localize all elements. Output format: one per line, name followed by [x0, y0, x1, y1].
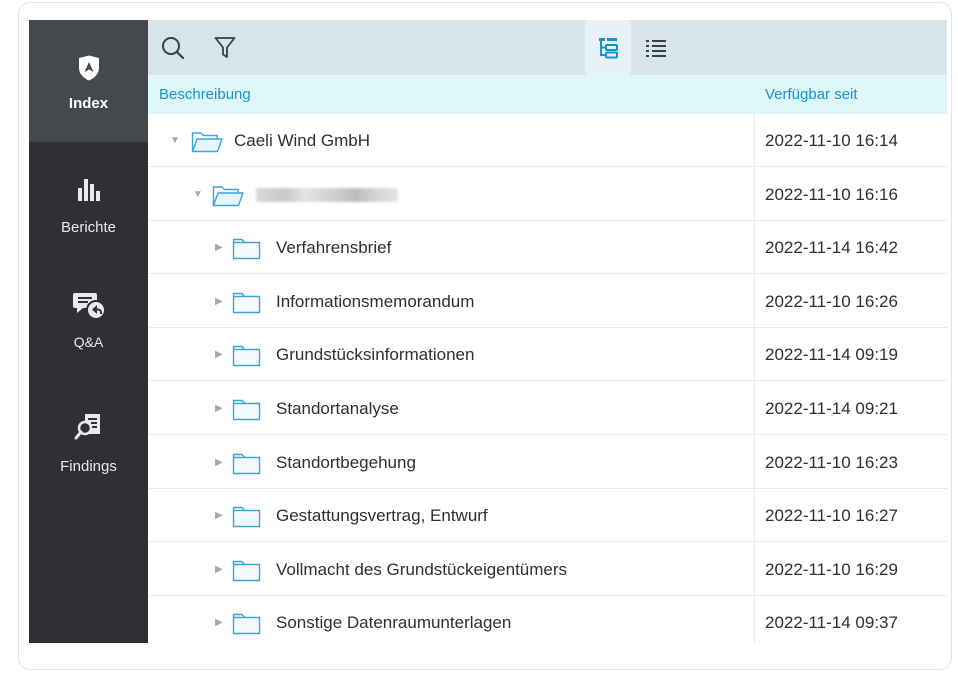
- expand-caret-down-icon[interactable]: ▼: [193, 168, 203, 221]
- table-row[interactable]: ▶ Verfahrensbrief 2022-11-14 16:42: [148, 221, 947, 275]
- column-divider: [754, 274, 755, 328]
- folder-icon: [232, 292, 261, 313]
- expand-caret-right-icon[interactable]: ▶: [215, 436, 223, 489]
- folder-open-icon: [191, 132, 223, 153]
- expand-caret-right-icon[interactable]: ▶: [215, 275, 223, 328]
- expand-caret-right-icon[interactable]: ▶: [215, 596, 223, 643]
- row-date: 2022-11-14 09:19: [765, 345, 898, 365]
- column-divider: [754, 221, 755, 275]
- table-row[interactable]: ▶ Grundstücksinformationen 2022-11-14 09:1…: [148, 328, 947, 382]
- filter-button[interactable]: [208, 20, 242, 75]
- row-name: Vollmacht des Grundstückeigentümers: [276, 559, 568, 579]
- row-date: 2022-11-10 16:14: [765, 131, 898, 150]
- column-header-verfuegbar-seit[interactable]: Verfügbar seit: [765, 75, 858, 114]
- column-divider: [754, 328, 755, 382]
- row-name: Sonstige Datenraumunterlagen: [276, 613, 512, 633]
- shield-icon: [78, 55, 99, 81]
- folder-open-icon: [212, 185, 244, 206]
- filter-icon: [214, 36, 236, 58]
- row-name: Gestattungsvertrag, Entwurf: [276, 506, 488, 526]
- sidebar-item-findings[interactable]: Findings: [29, 412, 148, 475]
- expand-caret-right-icon[interactable]: ▶: [215, 328, 223, 381]
- row-name: Standortbegehung: [276, 452, 416, 472]
- table-body: ▼ Caeli Wind GmbH 2022-11-10 16:14 ▼ 2022-11…: [148, 114, 947, 643]
- list-view-icon: [646, 39, 666, 57]
- table-row[interactable]: ▶ Informationsmemorandum 2022-11-10 16:26: [148, 274, 947, 328]
- tree-view-icon: [599, 37, 618, 58]
- folder-icon: [232, 506, 261, 528]
- column-divider: [754, 489, 755, 543]
- search-icon: [162, 36, 185, 59]
- chat-reply-icon: [72, 293, 106, 320]
- expand-caret-right-icon[interactable]: ▶: [215, 543, 223, 596]
- folder-icon: [232, 346, 261, 367]
- row-date: 2022-11-14 09:21: [765, 399, 898, 418]
- expand-caret-right-icon[interactable]: ▶: [215, 382, 223, 435]
- sidebar-item-label: Q&A: [73, 334, 104, 350]
- column-divider: [754, 596, 755, 643]
- search-button[interactable]: [156, 20, 190, 75]
- table-row[interactable]: ▶ Sonstige Datenraumunterlagen 2022-11-14 …: [148, 596, 947, 643]
- sidebar-item-qa[interactable]: Q&A: [29, 290, 148, 350]
- table-header: Beschreibung Verfügbar seit: [148, 75, 947, 114]
- sidebar-item-berichte[interactable]: Berichte: [29, 176, 148, 236]
- folder-icon: [232, 238, 261, 260]
- document-search-icon: [74, 414, 100, 440]
- row-date: 2022-11-10 16:29: [765, 559, 898, 579]
- tree-view-button[interactable]: [592, 20, 624, 75]
- row-name: Caeli Wind GmbH: [234, 131, 371, 150]
- row-name: Grundstücksinformationen: [276, 345, 475, 365]
- expand-caret-right-icon[interactable]: ▶: [215, 489, 223, 542]
- folder-icon: [232, 614, 261, 635]
- row-date: 2022-11-10 16:23: [765, 452, 898, 472]
- column-divider: [754, 382, 755, 435]
- expand-caret-down-icon[interactable]: ▼: [170, 114, 180, 167]
- sidebar-item-label: Berichte: [60, 219, 117, 236]
- row-date: 2022-11-10 16:16: [765, 184, 898, 204]
- expand-caret-right-icon[interactable]: ▶: [215, 221, 223, 274]
- sidebar: Index Berichte Q&A Findings: [29, 20, 148, 643]
- table-row[interactable]: ▼ 2022-11-10 16:16: [148, 167, 947, 221]
- sidebar-item-label: Index: [68, 95, 109, 112]
- table-row[interactable]: ▶ Standortanalyse 2022-11-14 09:21: [148, 382, 947, 435]
- row-name: Verfahrensbrief: [276, 238, 392, 258]
- column-header-beschreibung[interactable]: Beschreibung: [159, 75, 251, 114]
- column-divider: [754, 435, 755, 489]
- list-view-button[interactable]: [640, 20, 672, 75]
- row-date: 2022-11-14 09:37: [765, 613, 898, 633]
- folder-icon: [232, 560, 261, 581]
- toolbar: [148, 20, 947, 75]
- column-divider: [754, 114, 755, 167]
- row-name: Informationsmemorandum: [276, 291, 475, 311]
- table-row[interactable]: ▶ Vollmacht des Grundstückeigentümers 2022…: [148, 542, 947, 596]
- sidebar-item-label: Findings: [60, 458, 117, 475]
- folder-icon: [232, 453, 261, 474]
- folder-icon: [232, 399, 261, 421]
- sidebar-item-index[interactable]: Index: [29, 20, 148, 142]
- row-date: 2022-11-14 16:42: [765, 238, 898, 258]
- bar-chart-icon: [77, 179, 100, 201]
- column-divider: [754, 542, 755, 596]
- column-divider: [754, 167, 755, 221]
- table-row[interactable]: ▶ Gestattungsvertrag, Entwurf 2022-11-10 1…: [148, 489, 947, 543]
- row-date: 2022-11-10 16:26: [765, 291, 898, 311]
- redacted-folder-name: [256, 187, 398, 202]
- row-date: 2022-11-10 16:27: [765, 506, 898, 526]
- table-row[interactable]: ▶ Standortbegehung 2022-11-10 16:23: [148, 435, 947, 489]
- row-name: Standortanalyse: [276, 399, 399, 418]
- table-row[interactable]: ▼ Caeli Wind GmbH 2022-11-10 16:14: [148, 114, 947, 167]
